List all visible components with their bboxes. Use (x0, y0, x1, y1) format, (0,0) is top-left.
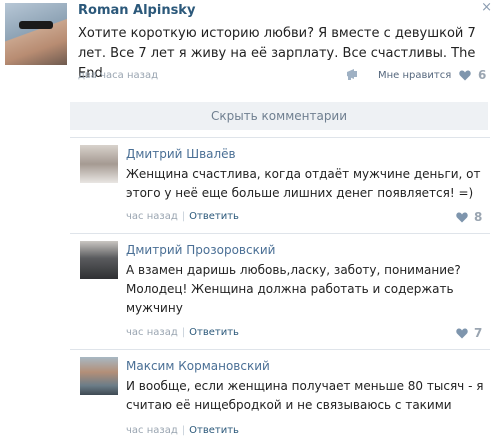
comment-meta: час назад | Ответить (126, 211, 239, 222)
post-author-name[interactable]: Roman Alpinsky (78, 3, 195, 18)
comment-time[interactable]: час назад (126, 327, 178, 338)
like-count: 7 (474, 326, 483, 340)
like-button[interactable]: Мне нравится (378, 70, 451, 81)
avatar[interactable] (80, 357, 118, 395)
reply-button[interactable]: Ответить (189, 327, 239, 338)
comment-author-name[interactable]: Дмитрий Прозоровский (126, 243, 275, 257)
comment-text: И вообще, если женщина получает меньше 8… (126, 379, 484, 412)
meta-divider: | (181, 211, 186, 222)
reply-button[interactable]: Ответить (189, 211, 239, 222)
comment: Максим Кормановский И вообще, если женщи… (70, 349, 490, 443)
heart-icon[interactable] (459, 70, 471, 81)
reply-button[interactable]: Ответить (189, 425, 239, 436)
meta-divider: | (181, 327, 186, 338)
heart-icon[interactable] (456, 328, 468, 339)
comment-text: Женщина счастлива, когда отдаёт мужчине … (126, 167, 481, 200)
heart-icon[interactable] (456, 212, 468, 223)
post-time[interactable]: два часа назад (78, 70, 158, 81)
sunglasses-shape (19, 21, 53, 29)
comment-author-name[interactable]: Дмитрий Швалёв (126, 147, 236, 161)
comment: Дмитрий Прозоровский А взамен даришь люб… (70, 233, 490, 345)
hide-comments-button[interactable]: Скрыть комментарии (70, 102, 488, 130)
avatar[interactable] (80, 145, 118, 183)
comment-meta: час назад | Ответить (126, 327, 239, 338)
divider (70, 233, 490, 234)
like-count: 6 (478, 68, 487, 82)
comment-meta: час назад | Ответить (126, 425, 239, 436)
author-avatar[interactable] (5, 3, 67, 65)
comment-author-name[interactable]: Максим Кормановский (126, 359, 270, 373)
avatar[interactable] (80, 241, 118, 279)
like-count: 8 (474, 210, 483, 224)
close-icon[interactable]: × (481, 0, 492, 15)
meta-divider: | (181, 425, 186, 436)
comment-time[interactable]: час назад (126, 425, 178, 436)
divider (70, 137, 490, 138)
post: Roman Alpinsky × Хотите короткую историю… (0, 0, 500, 92)
divider (70, 349, 490, 350)
comment-time[interactable]: час назад (126, 211, 178, 222)
comment: Дмитрий Швалёв Женщина счастлива, когда … (70, 137, 490, 229)
megaphone-icon[interactable] (345, 67, 363, 81)
comment-text: А взамен даришь любовь,ласку, заботу, по… (126, 263, 461, 315)
